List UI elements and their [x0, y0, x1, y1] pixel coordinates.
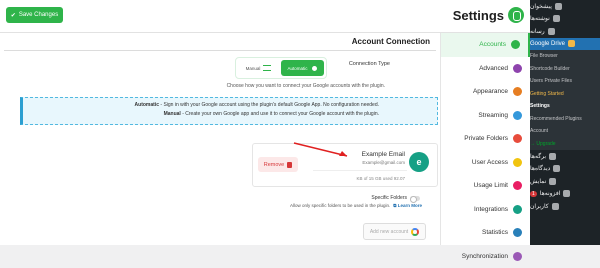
info-line-manual: Manual - Create your own Google app and …: [23, 110, 437, 119]
connection-type-label: Connection Type: [349, 61, 390, 67]
plugin-logo-icon: [508, 7, 524, 23]
sidebar-item-pages[interactable]: برگه‌ها: [530, 150, 600, 163]
sub-item-file-browser[interactable]: File Browser: [530, 50, 600, 63]
pages-icon: [549, 153, 556, 160]
dashboard-icon: [555, 3, 562, 10]
pin-icon: [553, 15, 560, 22]
learn-more-link[interactable]: ⧉ Learn More: [393, 203, 422, 208]
tab-accounts[interactable]: Accounts: [441, 33, 530, 57]
update-count-badge: 1: [530, 191, 537, 197]
accounts-icon: [511, 40, 520, 49]
sidebar-item-posts[interactable]: نوشته‌ها: [530, 13, 600, 26]
integrations-icon: [513, 205, 522, 214]
connection-help-text: Choose how you want to connect your Goog…: [227, 83, 385, 89]
connection-info-box: Automatic - Sign in with your Google acc…: [20, 97, 438, 125]
streaming-icon: [513, 111, 522, 120]
settings-tabs: Accounts Advanced Appearance Streaming P…: [440, 33, 530, 245]
plugin-icon: [563, 190, 570, 197]
sidebar-item-dashboard[interactable]: پیشخوان: [530, 0, 600, 13]
account-storage-usage: KB of 15 GB used 92.07: [356, 176, 405, 181]
manual-option[interactable]: Manual: [238, 60, 279, 76]
tab-user-access[interactable]: User Access: [441, 151, 530, 175]
users-icon: [552, 203, 559, 210]
admin-sidebar: پیشخوان نوشته‌ها رسانه Google Drive File…: [530, 0, 600, 245]
tab-usage-limit[interactable]: Usage Limit: [441, 174, 530, 198]
sidebar-item-plugins[interactable]: افزونه‌ها1: [530, 188, 600, 201]
comments-icon: [553, 165, 560, 172]
connection-type-toggle: Manual Automatic: [235, 57, 327, 79]
specific-folders-setting: Specific Folders: [371, 195, 420, 201]
automatic-icon: [311, 65, 318, 72]
section-divider: [4, 50, 436, 51]
account-name: Example Email: [362, 151, 405, 158]
sidebar-item-appearance[interactable]: نمایش: [530, 175, 600, 188]
account-divider: [313, 170, 407, 171]
settings-header: ✔ Save Changes Settings: [0, 0, 530, 33]
settings-content: Account Connection Connection Type Manua…: [0, 33, 440, 245]
account-email: Example@gmail.com: [362, 160, 405, 165]
tab-synchronization[interactable]: Synchronization: [441, 245, 530, 268]
section-title: Account Connection: [352, 37, 430, 46]
info-line-automatic: Automatic - Sign in with your Google acc…: [23, 101, 437, 110]
google-drive-icon: [568, 40, 575, 47]
tab-appearance[interactable]: Appearance: [441, 80, 530, 104]
sub-item-account[interactable]: Account: [530, 125, 600, 138]
save-changes-button[interactable]: ✔ Save Changes: [6, 7, 63, 23]
brush-icon: [549, 178, 556, 185]
sidebar-item-comments[interactable]: دیدگاه‌ها: [530, 163, 600, 176]
tab-advanced[interactable]: Advanced: [441, 57, 530, 81]
avatar: e: [409, 152, 429, 172]
appearance-icon: [513, 87, 522, 96]
user-access-icon: [513, 158, 522, 167]
sliders-icon: [263, 65, 271, 71]
automatic-option[interactable]: Automatic: [281, 60, 324, 76]
specific-folders-help: Allow only specific folders to be used i…: [290, 203, 422, 208]
media-icon: [548, 28, 555, 35]
tab-private-folders[interactable]: Private Folders: [441, 127, 530, 151]
advanced-icon: [513, 64, 522, 73]
page-title: Settings: [453, 8, 504, 23]
sidebar-submenu: File Browser Shortcode Builder Users Pri…: [530, 50, 600, 150]
tab-integrations[interactable]: Integrations: [441, 198, 530, 222]
private-folders-icon: [513, 134, 522, 143]
sub-item-upgrade[interactable]: Upgrade →: [530, 138, 600, 151]
sidebar-item-media[interactable]: رسانه: [530, 25, 600, 38]
add-account-button[interactable]: Add new account: [363, 223, 426, 240]
sub-item-recommended-plugins[interactable]: Recommended Plugins: [530, 113, 600, 126]
statistics-icon: [513, 228, 522, 237]
specific-folders-toggle[interactable]: [410, 196, 420, 201]
annotation-arrow-icon: [292, 141, 352, 161]
sub-item-settings[interactable]: Settings: [530, 100, 600, 113]
sidebar-item-users[interactable]: کاربران: [530, 200, 600, 213]
trash-icon: [287, 162, 292, 168]
sidebar-item-google-drive[interactable]: Google Drive: [530, 38, 600, 51]
tab-streaming[interactable]: Streaming: [441, 104, 530, 128]
sub-item-shortcode-builder[interactable]: Shortcode Builder: [530, 63, 600, 76]
usage-limit-icon: [513, 181, 522, 190]
check-icon: ✔: [11, 12, 16, 19]
sub-item-getting-started[interactable]: Getting Started: [530, 88, 600, 101]
google-icon: [411, 228, 419, 236]
synchronization-icon: [513, 252, 522, 261]
sub-item-users-private-files[interactable]: Users Private Files: [530, 75, 600, 88]
tab-statistics[interactable]: Statistics: [441, 221, 530, 245]
